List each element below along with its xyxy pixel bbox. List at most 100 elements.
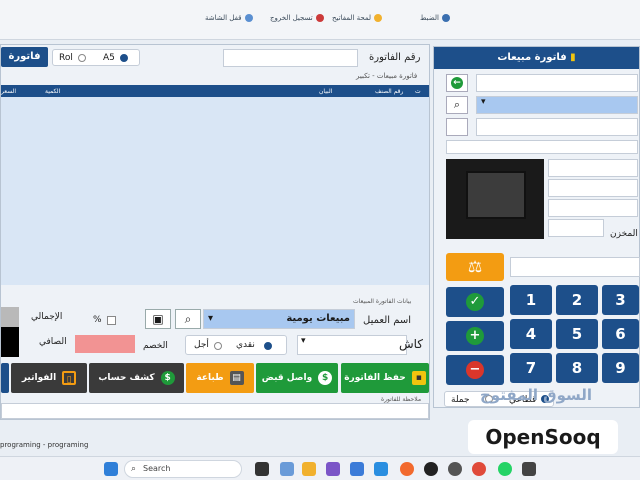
invoice-type-button[interactable]: فاتورة (1, 47, 48, 67)
total-value (1, 307, 19, 327)
percent-checkbox[interactable] (107, 316, 116, 325)
paper-a5-label: A5 (103, 53, 115, 63)
github-icon[interactable] (424, 462, 438, 476)
file-explorer-icon[interactable] (302, 462, 316, 476)
taskbar-search-label: Search (143, 464, 171, 473)
cash-input[interactable]: ▾ (297, 335, 407, 355)
print-label: طباعة (196, 373, 224, 383)
key-icon (374, 14, 383, 22)
warehouse-label: المخزن (610, 229, 638, 239)
invoice-number-input[interactable] (223, 49, 358, 67)
grid-title: فاتورة مبيعات - تكبير (356, 72, 418, 80)
items-table-body[interactable] (1, 97, 429, 285)
scale-icon: ⚖ (467, 257, 483, 276)
dollar-icon: $ (318, 371, 333, 385)
key-9[interactable]: 9 (602, 353, 639, 383)
store-icon[interactable] (350, 462, 364, 476)
taskbar-search[interactable]: ⌕ Search (124, 460, 242, 478)
customer-select[interactable]: ▾ مبيعات يومية (203, 309, 355, 329)
folder-icon: ▯ (62, 371, 77, 385)
windows-start-icon[interactable] (104, 462, 118, 476)
key-6[interactable]: 6 (602, 319, 639, 349)
item-note-field (446, 140, 638, 154)
vscode-icon[interactable] (374, 462, 388, 476)
key-8[interactable]: 8 (556, 353, 598, 383)
net-label: الصافي (39, 337, 67, 347)
add-button[interactable]: ✓ (446, 287, 504, 317)
menu-shortcuts[interactable]: لمحة المفاتيح (332, 14, 383, 22)
sales-side-panel: فاتورة مبيعات ▮ ← ⌕ ▾ المخزن ⚖ ✓ + − 1 2… (433, 46, 640, 408)
receipt-button[interactable]: واصل قبض $ (256, 363, 338, 393)
arrow-left-icon: ← (451, 77, 463, 89)
increase-button[interactable]: + (446, 321, 504, 351)
paper-roll-radio[interactable] (78, 54, 86, 62)
net-value (1, 327, 19, 357)
item-code-input[interactable] (476, 74, 638, 92)
whatsapp-icon[interactable] (498, 462, 512, 476)
key-3[interactable]: 3 (602, 285, 639, 315)
customer-value: مبيعات يومية (286, 313, 350, 324)
statement-button[interactable]: كشف حساب $ (89, 363, 184, 393)
watermark-logo: OpenSooq (468, 420, 618, 454)
item-select[interactable]: ▾ (476, 96, 638, 114)
key-1[interactable]: 1 (510, 285, 552, 315)
paper-roll-label: Rol (59, 53, 73, 63)
invoice-panel: فاتورة Rol A5 رقم الفاتورة فاتورة مبيعات… (0, 44, 430, 420)
app-window-icon[interactable] (522, 462, 536, 476)
wholesale-label: جملة (451, 395, 470, 405)
chrome-icon[interactable] (472, 462, 486, 476)
warehouse-select[interactable] (548, 219, 604, 237)
back-button[interactable]: ← (446, 74, 468, 92)
taskbar: ⌕ Search (0, 456, 640, 480)
cash-dropdown-icon: ▾ (301, 336, 306, 346)
key-7[interactable]: 7 (510, 353, 552, 383)
menu-lock[interactable]: قفل الشاشة (205, 14, 253, 22)
item-search-icon[interactable]: ⌕ (446, 96, 468, 114)
menu-settings[interactable]: الضبط (420, 14, 450, 22)
invoice-number-label: رقم الفاتورة (369, 52, 421, 63)
payment-credit-radio[interactable] (214, 342, 222, 350)
col-description: البيان (319, 88, 333, 95)
extra-button[interactable] (1, 363, 9, 393)
postman-icon[interactable] (400, 462, 414, 476)
percent-label: % (93, 315, 102, 325)
visual-studio-icon[interactable] (326, 462, 340, 476)
save-customer-icon[interactable]: ▣ (145, 309, 171, 329)
decrease-button[interactable]: − (446, 355, 504, 385)
menu-logout[interactable]: تسجيل الخروج (270, 14, 324, 22)
notes-input[interactable] (1, 403, 429, 419)
plus-icon: + (466, 327, 484, 345)
chatgpt-icon[interactable] (448, 462, 462, 476)
save-icon: ▪ (411, 371, 426, 385)
printer-icon: ▤ (229, 371, 244, 385)
menu-lock-label: قفل الشاشة (205, 14, 242, 22)
widgets-icon[interactable] (280, 462, 294, 476)
scale-button[interactable]: ⚖ (446, 253, 504, 281)
menu-logout-label: تسجيل الخروج (270, 14, 313, 22)
watermark-arabic: السوق المفتوح (480, 386, 593, 404)
status-text: programing - programing (0, 441, 89, 449)
key-4[interactable]: 4 (510, 319, 552, 349)
invoices-button[interactable]: الفواتير ▯ (11, 363, 87, 393)
minus-icon: − (466, 361, 484, 379)
key-2[interactable]: 2 (556, 285, 598, 315)
menu-shortcuts-label: لمحة المفاتيح (332, 14, 372, 22)
taskview-icon[interactable] (255, 462, 269, 476)
print-button[interactable]: طباعة ▤ (186, 363, 254, 393)
col-price: السعر (1, 88, 17, 95)
customer-label: اسم العميل (363, 315, 412, 326)
top-menu-bar: الضبط لمحة المفاتيح تسجيل الخروج قفل الش… (0, 0, 640, 40)
total-label: الإجمالي (31, 312, 63, 322)
scale-weight-input[interactable] (510, 257, 640, 277)
key-5[interactable]: 5 (556, 319, 598, 349)
category-icon[interactable] (446, 118, 468, 136)
col-item-number: رقم الصنف (375, 88, 404, 95)
settings-icon (441, 14, 450, 22)
discount-input[interactable] (75, 335, 135, 353)
save-invoice-button[interactable]: حفظ الفاتورة ▪ (341, 363, 429, 393)
item-dropdown-icon: ▾ (481, 97, 486, 107)
payment-cash-radio[interactable] (264, 342, 272, 350)
search-customer-icon[interactable]: ⌕ (175, 309, 201, 329)
col-quantity: الكمية (45, 88, 61, 95)
paper-a5-radio[interactable] (120, 54, 128, 62)
